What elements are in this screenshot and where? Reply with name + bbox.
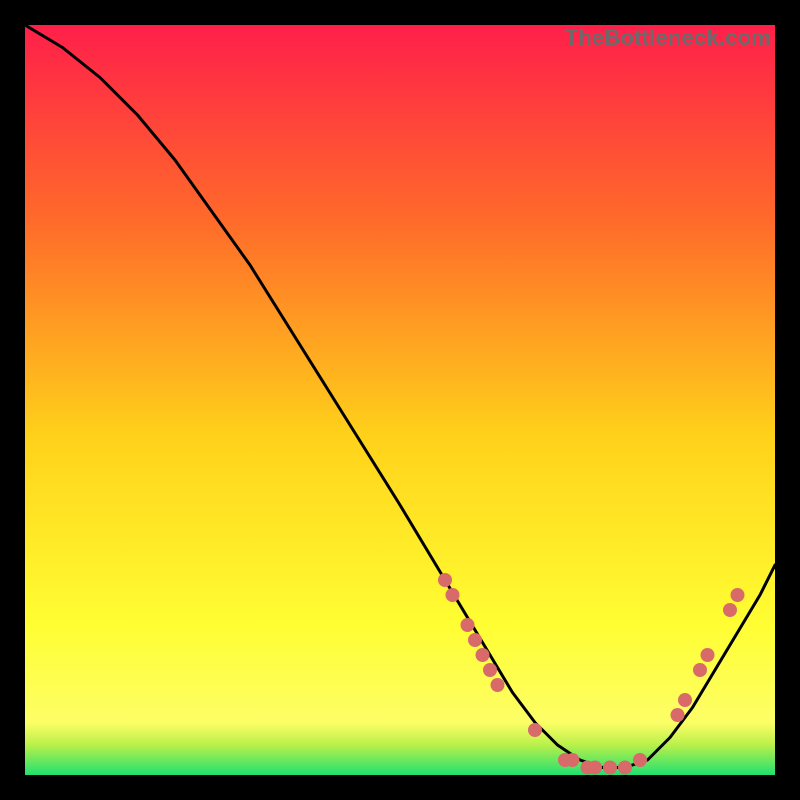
data-marker <box>603 761 617 775</box>
data-marker <box>693 663 707 677</box>
data-marker <box>476 648 490 662</box>
data-marker <box>528 723 542 737</box>
data-marker <box>461 618 475 632</box>
data-marker <box>731 588 745 602</box>
data-marker <box>566 753 580 767</box>
data-marker <box>446 588 460 602</box>
chart-frame: TheBottleneck.com <box>25 25 775 775</box>
data-marker <box>618 761 632 775</box>
watermark: TheBottleneck.com <box>565 25 771 51</box>
data-marker <box>678 693 692 707</box>
data-marker <box>588 761 602 775</box>
data-marker <box>633 753 647 767</box>
data-marker <box>701 648 715 662</box>
gradient-bg <box>25 25 775 775</box>
data-marker <box>491 678 505 692</box>
data-marker <box>468 633 482 647</box>
chart-svg <box>25 25 775 775</box>
data-marker <box>438 573 452 587</box>
data-marker <box>723 603 737 617</box>
data-marker <box>671 708 685 722</box>
data-marker <box>483 663 497 677</box>
